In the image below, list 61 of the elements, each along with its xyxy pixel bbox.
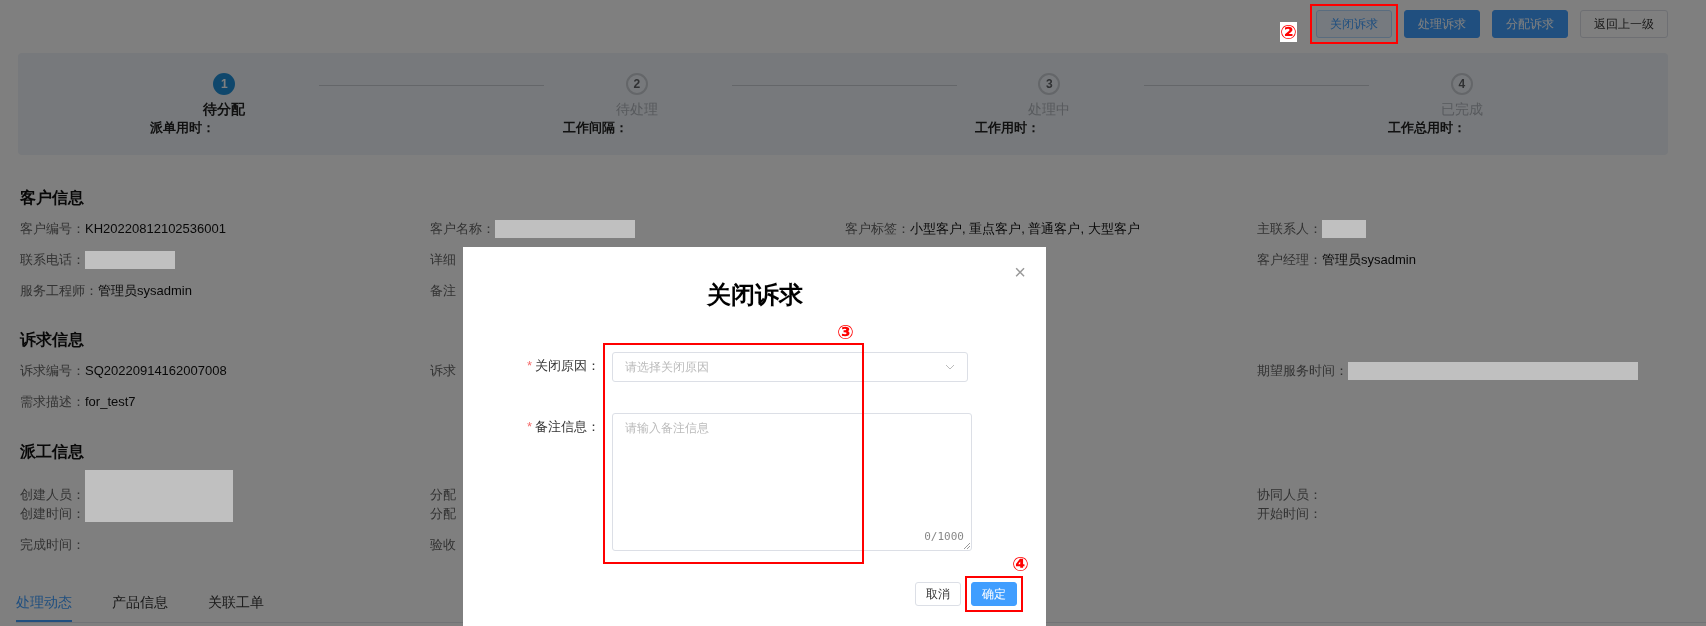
dialog-title: 关闭诉求	[705, 280, 804, 310]
field-label: 分配	[430, 485, 456, 504]
field-value: 管理员sysadmin	[1322, 250, 1416, 269]
redacted-block	[1322, 219, 1366, 238]
form-label: * 关闭原因：	[525, 357, 601, 375]
field-label: 创建人员：	[20, 485, 85, 504]
time-label: 工作间隔：	[561, 120, 628, 135]
field-label: 客户标签：	[845, 219, 910, 238]
field-label: 验收	[430, 535, 456, 554]
field-label: 分配	[430, 504, 456, 523]
resize-grip-icon	[963, 542, 971, 550]
character-counter: 0/1000	[924, 530, 964, 543]
annotation-number: ③	[837, 322, 854, 342]
field-label: 客户名称：	[430, 219, 495, 238]
field-label: 协同人员：	[1257, 485, 1322, 504]
chevron-down-icon	[945, 364, 955, 370]
field-label: 主联系人：	[1257, 219, 1322, 238]
field-label: 创建时间：	[20, 504, 85, 523]
field-label: 客户编号：	[20, 219, 85, 238]
action-button[interactable]: 关闭诉求	[1316, 10, 1392, 38]
action-button[interactable]: 确定	[971, 582, 1017, 606]
tab[interactable]: 关联工单	[208, 586, 264, 622]
reason-dropdown[interactable]: 请选择关闭原因	[612, 352, 968, 382]
step-number: 3	[1038, 73, 1061, 95]
tab[interactable]: 产品信息	[112, 586, 168, 622]
field-label: 服务工程师：	[20, 281, 98, 300]
field-value: 小型客户, 重点客户, 普通客户, 大型客户	[910, 219, 1140, 238]
highlight-frame	[965, 576, 1023, 612]
section-heading: 诉求信息	[18, 330, 84, 350]
step-number: 4	[1450, 73, 1473, 95]
action-button[interactable]: 分配诉求	[1492, 10, 1568, 38]
field-value: for_test7	[85, 394, 136, 409]
action-button[interactable]: 返回上一级	[1580, 10, 1668, 38]
time-label: 派单用时：	[149, 120, 215, 135]
field-label: 备注	[430, 281, 456, 300]
field-label: 需求描述：	[20, 392, 85, 411]
form-label: * 备注信息：	[525, 418, 601, 436]
field-label: 诉求编号：	[20, 361, 85, 380]
annotation-number: ②	[1280, 22, 1297, 42]
field-value: SQ20220914162007008	[85, 363, 227, 378]
action-button[interactable]: 取消	[915, 582, 961, 606]
action-button[interactable]: 处理诉求	[1404, 10, 1480, 38]
field-label: 期望服务时间：	[1257, 361, 1348, 380]
step-label: 待分配	[203, 101, 246, 119]
field-label: 详细	[430, 250, 456, 269]
time-label: 工作总用时：	[1386, 120, 1466, 135]
close-button[interactable]: ×	[1010, 261, 1030, 284]
field-label: 客户经理：	[1257, 250, 1322, 269]
step-number: 2	[625, 73, 648, 95]
field-label: 联系电话：	[20, 250, 85, 269]
section-heading: 派工信息	[19, 442, 84, 462]
section-heading: 客户信息	[19, 188, 84, 208]
field-label: 开始时间：	[1257, 504, 1322, 523]
field-value: KH20220812102536001	[85, 221, 226, 236]
field-label: 完成时间：	[20, 535, 85, 554]
annotation-number: ④	[1012, 554, 1029, 574]
field-value: 管理员sysadmin	[98, 281, 192, 300]
tab[interactable]: 处理动态	[16, 586, 72, 622]
time-label: 工作用时：	[974, 120, 1040, 135]
field-label: 诉求	[430, 361, 456, 380]
step-number: 1	[213, 73, 236, 95]
